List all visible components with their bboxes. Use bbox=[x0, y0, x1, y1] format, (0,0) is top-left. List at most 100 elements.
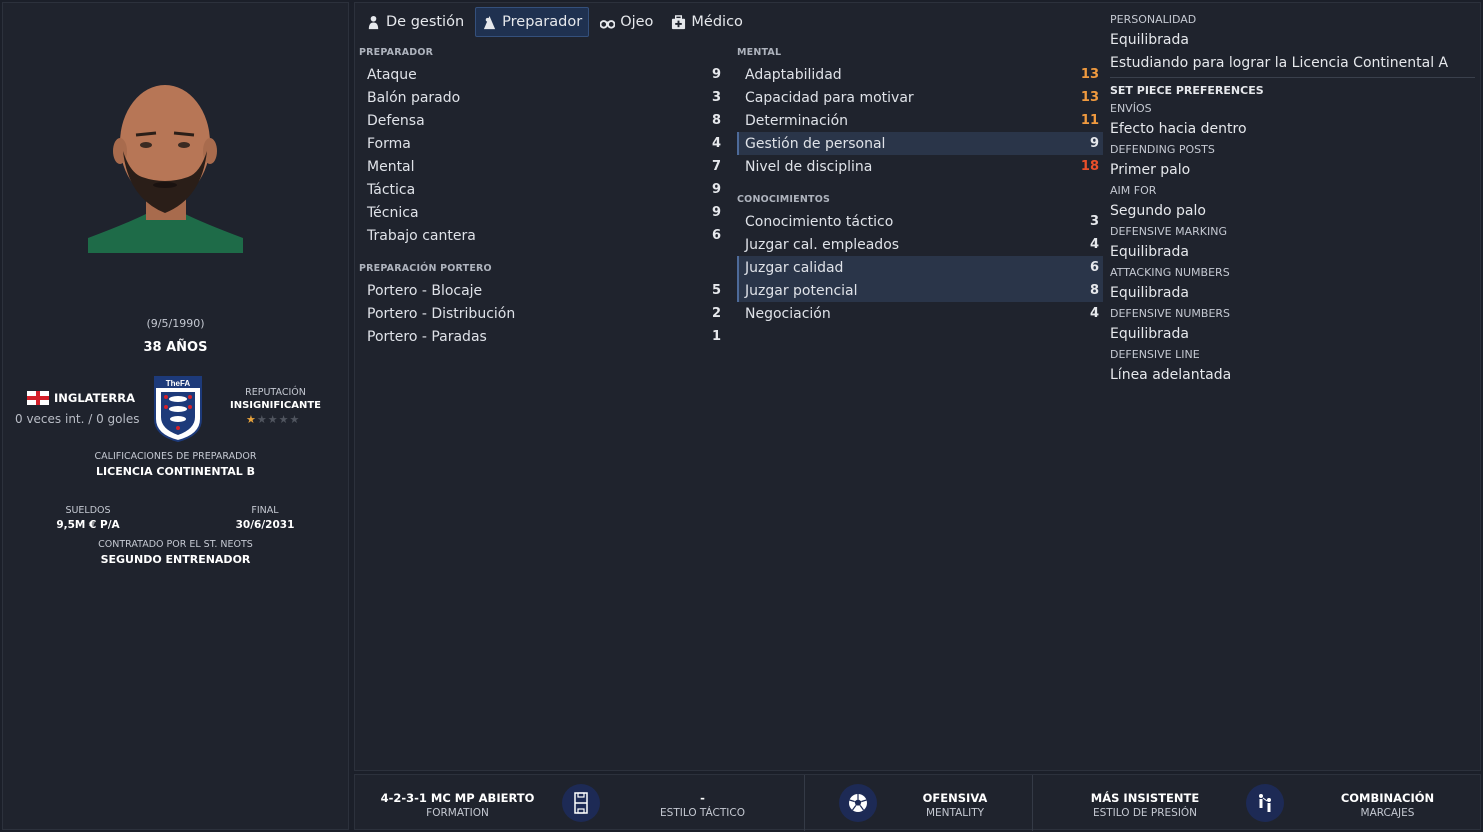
attribute-value: 11 bbox=[1080, 113, 1099, 128]
attribute-row[interactable]: Gestión de personal 9 bbox=[737, 132, 1103, 155]
qualification-label: CALIFICACIONES DE PREPARADOR bbox=[94, 451, 257, 462]
attribute-row[interactable]: Nivel de disciplina 18 bbox=[737, 155, 1103, 178]
mental-attribute-list: Adaptabilidad 13 Capacidad para motivar 13 D… bbox=[737, 63, 1103, 178]
attribute-row[interactable]: Táctica 9 bbox=[359, 178, 725, 201]
attribute-row[interactable]: Negociación 4 bbox=[737, 302, 1103, 325]
marking-value: COMBINACIÓN bbox=[1340, 791, 1435, 805]
attribute-value: 6 bbox=[711, 228, 721, 243]
attribute-row[interactable]: Trabajo cantera 6 bbox=[359, 224, 725, 247]
formation-label: FORMATION bbox=[426, 807, 489, 819]
mentality-block[interactable]: OFENSIVA MENTALITY bbox=[905, 791, 1005, 819]
conocimientos-attribute-list: Conocimiento táctico 3 Juzgar cal. emplead… bbox=[737, 210, 1103, 325]
attribute-label: Conocimiento táctico bbox=[745, 213, 894, 230]
attribute-label: Defensa bbox=[367, 112, 425, 129]
attribute-row[interactable]: Técnica 9 bbox=[359, 201, 725, 224]
formation-value: 4-2-3-1 MC MP ABIERTO bbox=[380, 791, 535, 805]
attribute-row[interactable]: Ataque 9 bbox=[359, 63, 725, 86]
attribute-value: 9 bbox=[1089, 136, 1099, 151]
tab-medico[interactable]: Médico bbox=[664, 7, 750, 37]
attribute-row[interactable]: Defensa 8 bbox=[359, 109, 725, 132]
pressing-label: ESTILO DE PRESIÓN bbox=[1092, 807, 1198, 819]
mentality-ball-icon[interactable] bbox=[839, 784, 877, 822]
attribute-row[interactable]: Determinación 11 bbox=[737, 109, 1103, 132]
tab-ojeo[interactable]: Ojeo bbox=[593, 7, 660, 37]
attribute-value: 9 bbox=[711, 182, 721, 197]
set-piece-value: Primer palo bbox=[1110, 162, 1191, 178]
attribute-row[interactable]: Forma 4 bbox=[359, 132, 725, 155]
attribute-label: Capacidad para motivar bbox=[745, 89, 914, 106]
attributes-panel: De gestión Preparador Ojeo Médico PREPAR… bbox=[354, 2, 1481, 771]
section-title-portero: PREPARACIÓN PORTERO bbox=[359, 263, 492, 274]
mentality-value: OFENSIVA bbox=[922, 791, 988, 805]
contract-role-value: SEGUNDO ENTRENADOR bbox=[100, 553, 251, 566]
attribute-value: 4 bbox=[1089, 306, 1099, 321]
attribute-label: Trabajo cantera bbox=[367, 227, 476, 244]
set-piece-value: Equilibrada bbox=[1110, 326, 1189, 342]
formation-pitch-icon[interactable] bbox=[562, 784, 600, 822]
marking-players-icon[interactable] bbox=[1246, 784, 1284, 822]
tactical-style-block[interactable]: - ESTILO TÁCTICO bbox=[640, 791, 765, 819]
attribute-row[interactable]: Adaptabilidad 13 bbox=[737, 63, 1103, 86]
tab-de-gestion[interactable]: De gestión bbox=[359, 7, 471, 37]
preparador-attribute-list: Ataque 9 Balón parado 3 Defensa 8 Forma 4 Mental… bbox=[359, 63, 725, 247]
attribute-row[interactable]: Juzgar potencial 8 bbox=[737, 279, 1103, 302]
attribute-label: Mental bbox=[367, 158, 415, 175]
set-piece-label: AIM FOR bbox=[1110, 184, 1157, 197]
attribute-row[interactable]: Juzgar cal. empleados 4 bbox=[737, 233, 1103, 256]
attribute-row[interactable]: Portero - Blocaje 5 bbox=[359, 279, 725, 302]
tab-label: Ojeo bbox=[620, 14, 654, 30]
attribute-value: 3 bbox=[1089, 214, 1099, 229]
attribute-row[interactable]: Capacidad para motivar 13 bbox=[737, 86, 1103, 109]
tab-label: Preparador bbox=[502, 14, 583, 30]
pressing-block[interactable]: MÁS INSISTENTE ESTILO DE PRESIÓN bbox=[1075, 791, 1215, 819]
fa-logo-text: TheFA bbox=[166, 379, 191, 388]
set-piece-label: DEFENDING POSTS bbox=[1110, 143, 1215, 156]
coach-icon bbox=[484, 15, 496, 29]
medical-kit-icon bbox=[672, 14, 686, 29]
attribute-value: 4 bbox=[1089, 237, 1099, 252]
contract-club-label[interactable]: CONTRATADO POR EL ST. NEOTS bbox=[3, 539, 348, 550]
star-icon: ★ bbox=[246, 413, 256, 426]
reputation-label: REPUTACIÓN bbox=[245, 387, 306, 398]
attribute-row[interactable]: Conocimiento táctico 3 bbox=[737, 210, 1103, 233]
formation-block[interactable]: 4-2-3-1 MC MP ABIERTO FORMATION bbox=[365, 791, 550, 819]
nationality[interactable]: INGLATERRA bbox=[27, 391, 135, 405]
england-flag-icon bbox=[27, 391, 49, 405]
fa-crest-logo[interactable]: TheFA bbox=[153, 375, 203, 443]
attribute-value: 18 bbox=[1080, 159, 1099, 174]
staff-portrait bbox=[88, 85, 243, 253]
portero-attribute-list: Portero - Blocaje 5 Portero - Distribución… bbox=[359, 279, 725, 348]
personality-and-set-pieces: PERSONALIDAD Equilibrada Estudiando para… bbox=[1110, 11, 1475, 387]
attribute-label: Determinación bbox=[745, 112, 849, 129]
reputation-stars: ★ ★ ★ ★ ★ bbox=[246, 413, 299, 426]
divider bbox=[1110, 77, 1475, 78]
date-of-birth: (9/5/1990) bbox=[146, 317, 205, 330]
attribute-label: Portero - Blocaje bbox=[367, 282, 483, 299]
set-piece-label: ATTACKING NUMBERS bbox=[1110, 266, 1230, 279]
set-piece-value: Línea adelantada bbox=[1110, 367, 1232, 383]
set-piece-value: Segundo palo bbox=[1110, 203, 1206, 219]
attribute-value: 1 bbox=[711, 329, 721, 344]
separator bbox=[804, 775, 805, 831]
star-icon: ★ bbox=[289, 413, 300, 426]
attribute-label: Forma bbox=[367, 135, 411, 152]
tactical-style-value: - bbox=[700, 791, 705, 805]
set-piece-label: DEFENSIVE LINE bbox=[1110, 348, 1200, 361]
attribute-row[interactable]: Portero - Distribución 2 bbox=[359, 302, 725, 325]
attribute-value: 9 bbox=[711, 67, 721, 82]
marking-block[interactable]: COMBINACIÓN MARCAJES bbox=[1325, 791, 1450, 819]
separator bbox=[1032, 775, 1033, 831]
star-icon: ★ bbox=[256, 413, 267, 426]
attribute-value: 8 bbox=[1089, 283, 1099, 298]
set-piece-value: Equilibrada bbox=[1110, 244, 1189, 260]
attribute-row[interactable]: Portero - Paradas 1 bbox=[359, 325, 725, 348]
attribute-row[interactable]: Juzgar calidad 6 bbox=[737, 256, 1103, 279]
attribute-row[interactable]: Mental 7 bbox=[359, 155, 725, 178]
attribute-row[interactable]: Balón parado 3 bbox=[359, 86, 725, 109]
set-piece-label: DEFENSIVE MARKING bbox=[1110, 225, 1227, 238]
personality-value: Equilibrada bbox=[1110, 32, 1189, 48]
star-icon: ★ bbox=[267, 413, 278, 426]
tab-label: Médico bbox=[691, 14, 743, 30]
tab-preparador[interactable]: Preparador bbox=[475, 7, 590, 37]
marking-label: MARCAJES bbox=[1360, 807, 1415, 819]
